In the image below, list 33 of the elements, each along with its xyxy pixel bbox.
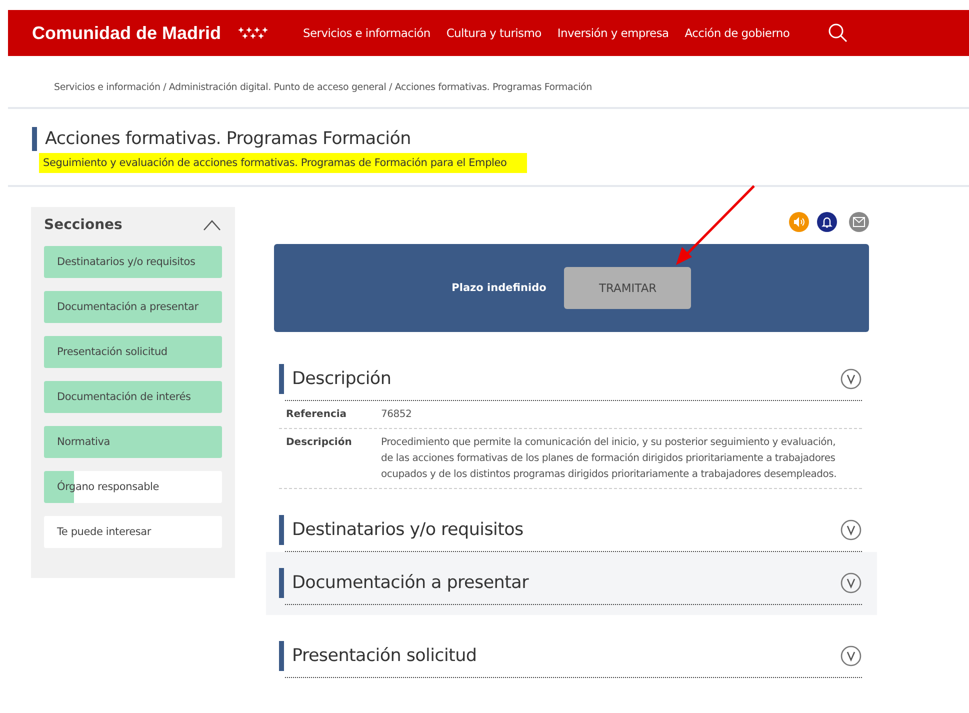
breadcrumb[interactable]: Servicios e información / Administración digital. Punto de acceso general / Acciones formativas. Programas Formación [54, 82, 592, 93]
section-link[interactable]: Documentación de interés [44, 381, 222, 413]
section-link[interactable]: Documentación a presentar [44, 291, 222, 323]
site-logo[interactable]: Comunidad de Madrid [32, 22, 221, 44]
field-value: Procedimiento que permite la comunicación del inicio, y su posterior seguimiento y evaluación, de las acciones formativas de los planes de formación dirigidos prioritariamente a trabajadores ocupados y de los distintos programas dirigidos prioritariamente a trabajadores desempleados. [381, 436, 838, 482]
field-label: Descripción [286, 436, 353, 450]
section-link[interactable]: Presentación solicitud [44, 336, 222, 368]
section-link[interactable]: Órgano responsable [44, 471, 222, 503]
sections-title: Secciones [44, 217, 122, 233]
section-title[interactable]: Documentación a presentar [279, 568, 528, 598]
section-title[interactable]: Destinatarios y/o requisitos [279, 515, 524, 545]
mail-icon[interactable] [849, 212, 869, 232]
nav-link[interactable]: Inversión y empresa [557, 26, 669, 40]
deadline-label: Plazo indefinido [452, 282, 546, 294]
page-subtitle: Seguimiento y evaluación de acciones formativas. Programas de Formación para el Empleo [39, 153, 527, 173]
field-value: 76852 [381, 408, 413, 422]
expand-icon[interactable] [840, 645, 862, 667]
section-title[interactable]: Presentación solicitud [279, 641, 477, 671]
nav-link[interactable]: Cultura y turismo [446, 26, 542, 40]
expand-icon[interactable] [840, 572, 862, 594]
collapse-icon[interactable] [202, 219, 222, 231]
bell-icon[interactable] [817, 212, 837, 232]
process-button[interactable]: TRAMITAR [564, 267, 692, 309]
section-link[interactable]: Te puede interesar [44, 516, 222, 548]
field-label: Referencia [286, 408, 348, 422]
nav-link[interactable]: Acción de gobierno [684, 26, 790, 40]
section-link[interactable]: Destinatarios y/o requisitos [44, 246, 222, 278]
section-title[interactable]: Descripción [279, 364, 392, 394]
search-icon[interactable] [828, 23, 848, 43]
nav-link[interactable]: Servicios e información [303, 26, 430, 40]
expand-icon[interactable] [840, 368, 862, 390]
expand-icon[interactable] [840, 519, 862, 541]
section-link[interactable]: Normativa [44, 426, 222, 458]
